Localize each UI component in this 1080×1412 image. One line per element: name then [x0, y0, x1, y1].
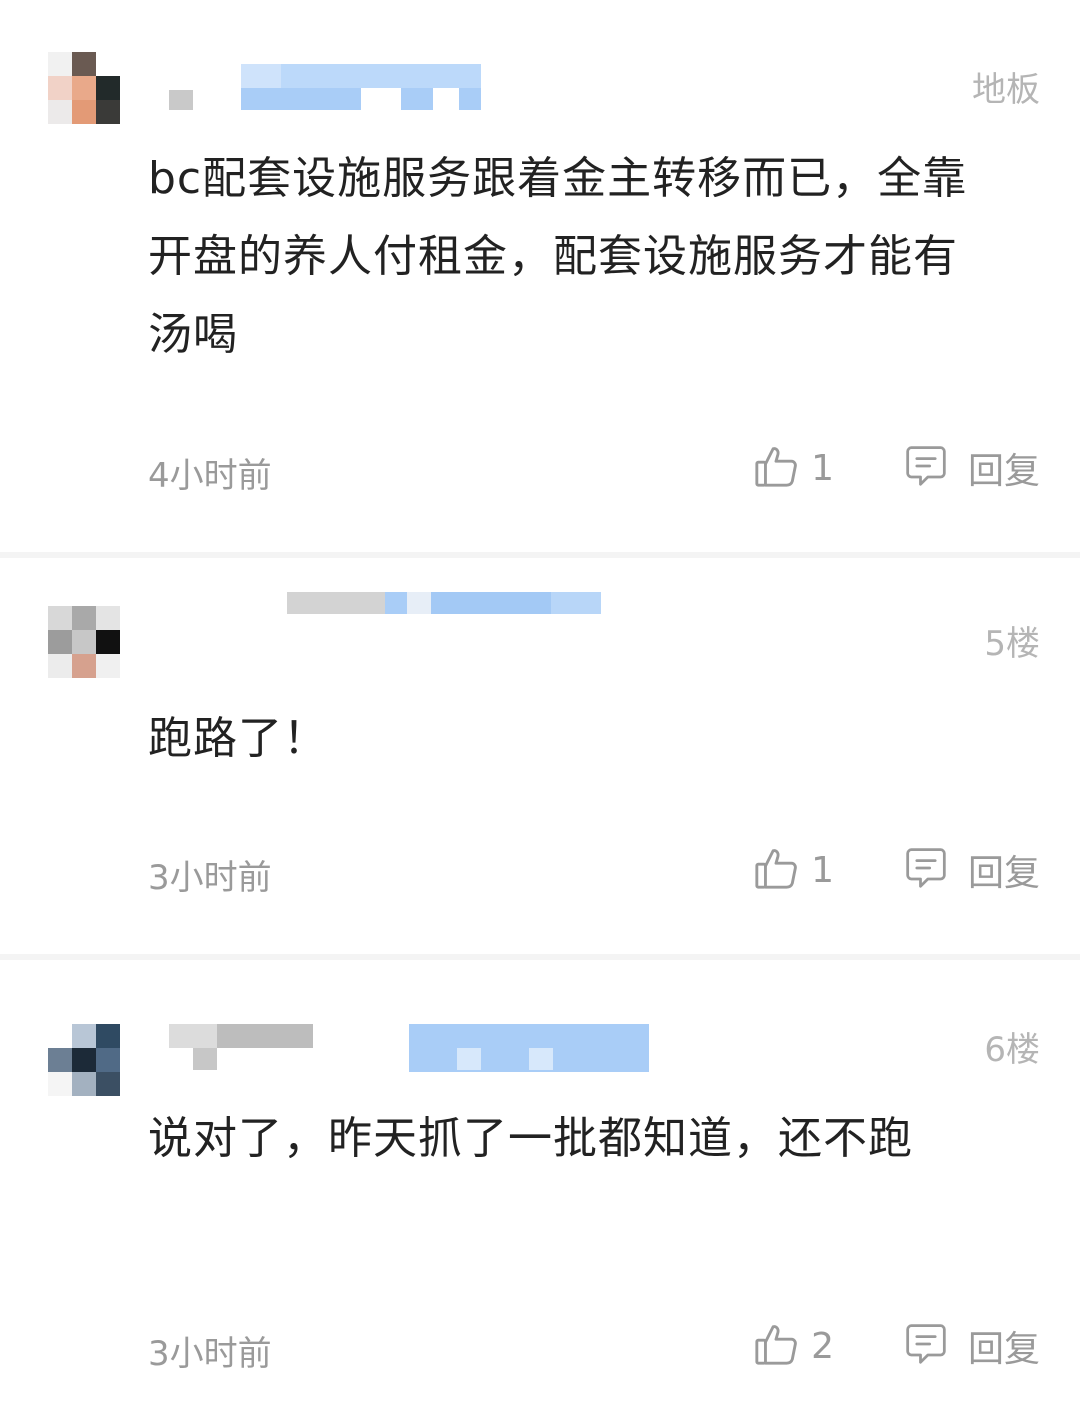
floor-label: 5楼: [984, 624, 1040, 664]
like-button[interactable]: 1: [753, 842, 834, 898]
like-count: 1: [811, 447, 834, 489]
username-redacted[interactable]: [285, 588, 605, 640]
comment-item: 5楼 跑路了！ 3小时前 1 回复: [0, 558, 1080, 954]
username-redacted[interactable]: [165, 1024, 655, 1076]
avatar[interactable]: [48, 52, 120, 124]
comment-bubble-icon: [904, 444, 948, 492]
comment-meta: 3小时前 2 回复: [148, 1318, 1040, 1374]
avatar[interactable]: [48, 606, 120, 678]
comment-item: 地板 bc配套设施服务跟着金主转移而已，全靠开盘的养人付租金，配套设施服务才能有…: [0, 0, 1080, 552]
timestamp: 3小时前: [148, 1334, 272, 1374]
thumbs-up-icon: [753, 443, 799, 493]
comment-text: bc配套设施服务跟着金主转移而已，全靠开盘的养人付租金，配套设施服务才能有汤喝: [148, 153, 968, 360]
comment-text: 说对了，昨天抓了一批都知道，还不跑: [148, 1113, 913, 1164]
comment-meta: 3小时前 1 回复: [148, 842, 1040, 898]
timestamp: 3小时前: [148, 858, 272, 898]
reply-label: 回复: [967, 853, 1040, 894]
username-redacted[interactable]: [165, 60, 485, 112]
comment-meta: 4小时前 1 回复: [148, 440, 1040, 496]
timestamp: 4小时前: [148, 456, 272, 496]
floor-label: 地板: [972, 70, 1040, 110]
like-button[interactable]: 2: [753, 1318, 834, 1374]
reply-button[interactable]: 回复: [904, 440, 1040, 496]
reply-label: 回复: [967, 1329, 1040, 1370]
comment-item: 6楼 说对了，昨天抓了一批都知道，还不跑 3小时前 2 回复: [0, 960, 1080, 1412]
reply-button[interactable]: 回复: [904, 1318, 1040, 1374]
thumbs-up-icon: [753, 845, 799, 895]
like-count: 2: [811, 1325, 834, 1367]
avatar[interactable]: [48, 1024, 120, 1096]
like-button[interactable]: 1: [753, 440, 834, 496]
comment-bubble-icon: [904, 846, 948, 894]
comment-text: 跑路了！: [148, 713, 328, 764]
thumbs-up-icon: [753, 1321, 799, 1371]
comment-bubble-icon: [904, 1322, 948, 1370]
floor-label: 6楼: [984, 1030, 1040, 1070]
reply-label: 回复: [967, 451, 1040, 492]
like-count: 1: [811, 849, 834, 891]
reply-button[interactable]: 回复: [904, 842, 1040, 898]
